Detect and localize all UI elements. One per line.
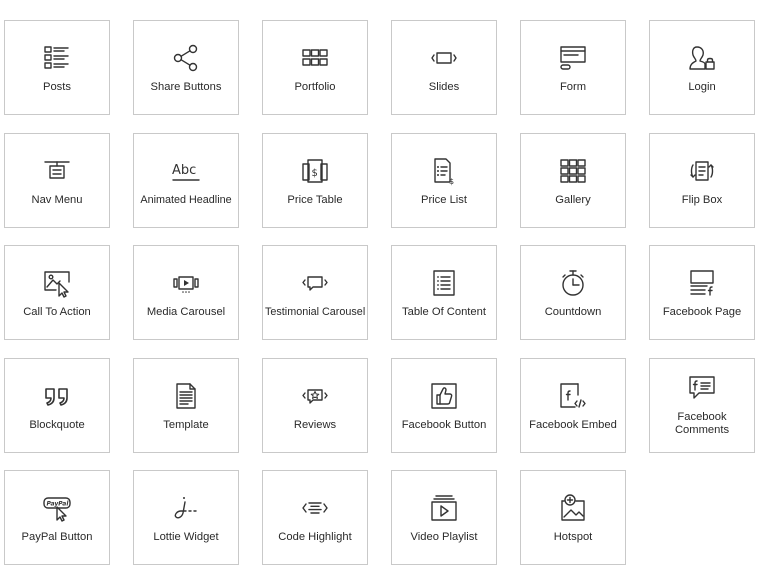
widget-label: Gallery (555, 194, 591, 206)
hotspot-icon (558, 493, 588, 523)
share-icon (171, 43, 201, 73)
widget-label: Video Playlist (410, 531, 478, 543)
nav-menu-icon (42, 156, 72, 186)
widget-label: Countdown (544, 306, 602, 318)
table-of-content-icon (429, 268, 459, 298)
widget-label: Nav Menu (31, 194, 83, 206)
widget-form[interactable]: Form (520, 20, 626, 115)
price-table-icon: $ (300, 156, 330, 186)
media-carousel-icon (171, 268, 201, 298)
widget-reviews[interactable]: Reviews (262, 358, 368, 453)
widget-label: Portfolio (294, 81, 336, 93)
widget-price-table[interactable]: $ Price Table (262, 133, 368, 228)
widget-flip-box[interactable]: Flip Box (649, 133, 755, 228)
widget-lottie-widget[interactable]: Lottie Widget (133, 470, 239, 565)
widget-nav-menu[interactable]: Nav Menu (4, 133, 110, 228)
widget-label: Price Table (287, 194, 343, 206)
price-list-icon: $ (429, 156, 459, 186)
widget-label: Reviews (293, 419, 337, 431)
video-playlist-icon (429, 493, 459, 523)
widget-label: Facebook Comments (674, 411, 730, 436)
widget-label: Price List (420, 194, 467, 206)
facebook-embed-icon (558, 381, 588, 411)
widget-label: Hotspot (553, 531, 593, 543)
widget-label: Facebook Page (662, 306, 742, 318)
widget-blockquote[interactable]: Blockquote (4, 358, 110, 453)
call-to-action-icon (42, 268, 72, 298)
testimonial-carousel-icon (300, 268, 330, 298)
svg-text:Abc: Abc (172, 163, 196, 178)
widget-label: Table Of Content (402, 306, 486, 318)
widgets-grid: Posts Share Buttons Portfolio Slides For… (0, 0, 768, 573)
widget-label: Facebook Embed (529, 419, 617, 431)
widget-label: Media Carousel (146, 306, 226, 318)
portfolio-icon (300, 43, 330, 73)
widget-table-of-content[interactable]: Table Of Content (391, 245, 497, 340)
login-icon (687, 43, 717, 73)
reviews-icon (300, 381, 330, 411)
widget-paypal-button[interactable]: PayPal PayPal Button (4, 470, 110, 565)
widget-label: Animated Headline (140, 194, 232, 206)
widget-label: PayPal Button (21, 531, 93, 543)
widget-label: Login (688, 81, 716, 93)
widget-label: Testimonial Carousel (265, 306, 365, 318)
widget-label: Call To Action (23, 306, 91, 318)
blockquote-icon (42, 381, 72, 411)
code-highlight-icon (300, 493, 330, 523)
template-icon (171, 381, 201, 411)
widget-template[interactable]: Template (133, 358, 239, 453)
widget-label: Flip Box (681, 194, 723, 206)
widget-code-highlight[interactable]: Code Highlight (262, 470, 368, 565)
widget-label: Slides (428, 81, 460, 93)
widget-gallery[interactable]: Gallery (520, 133, 626, 228)
widget-animated-headline[interactable]: Abc Animated Headline (133, 133, 239, 228)
flip-box-icon (687, 156, 717, 186)
widget-posts[interactable]: Posts (4, 20, 110, 115)
widget-label: Posts (43, 81, 71, 93)
lottie-widget-icon (171, 493, 201, 523)
form-icon (558, 43, 588, 73)
facebook-button-icon (429, 381, 459, 411)
widget-share-buttons[interactable]: Share Buttons (133, 20, 239, 115)
widget-price-list[interactable]: $ Price List (391, 133, 497, 228)
widget-facebook-button[interactable]: Facebook Button (391, 358, 497, 453)
widget-portfolio[interactable]: Portfolio (262, 20, 368, 115)
widget-label: Form (559, 81, 587, 93)
widget-facebook-comments[interactable]: Facebook Comments (649, 358, 755, 453)
widget-label: Share Buttons (150, 81, 222, 93)
widget-testimonial-carousel[interactable]: Testimonial Carousel (262, 245, 368, 340)
widget-login[interactable]: Login (649, 20, 755, 115)
widget-hotspot[interactable]: Hotspot (520, 470, 626, 565)
slides-icon (429, 43, 459, 73)
svg-text:$: $ (312, 168, 318, 179)
widget-label: Template (163, 419, 209, 431)
widget-label: Lottie Widget (153, 531, 219, 543)
widget-media-carousel[interactable]: Media Carousel (133, 245, 239, 340)
paypal-button-icon: PayPal (42, 493, 72, 523)
svg-text:PayPal: PayPal (47, 501, 70, 508)
facebook-page-icon (687, 268, 717, 298)
widget-label: Blockquote (29, 419, 85, 431)
gallery-icon (558, 156, 588, 186)
widget-slides[interactable]: Slides (391, 20, 497, 115)
widget-facebook-page[interactable]: Facebook Page (649, 245, 755, 340)
svg-text:$: $ (449, 177, 454, 186)
animated-headline-icon: Abc (171, 156, 201, 186)
widget-label: Facebook Button (401, 419, 487, 431)
widget-facebook-embed[interactable]: Facebook Embed (520, 358, 626, 453)
facebook-comments-icon (687, 373, 717, 403)
widget-label: Code Highlight (278, 531, 352, 543)
widget-countdown[interactable]: Countdown (520, 245, 626, 340)
posts-icon (42, 43, 72, 73)
widget-call-to-action[interactable]: Call To Action (4, 245, 110, 340)
countdown-icon (558, 268, 588, 298)
widget-video-playlist[interactable]: Video Playlist (391, 470, 497, 565)
